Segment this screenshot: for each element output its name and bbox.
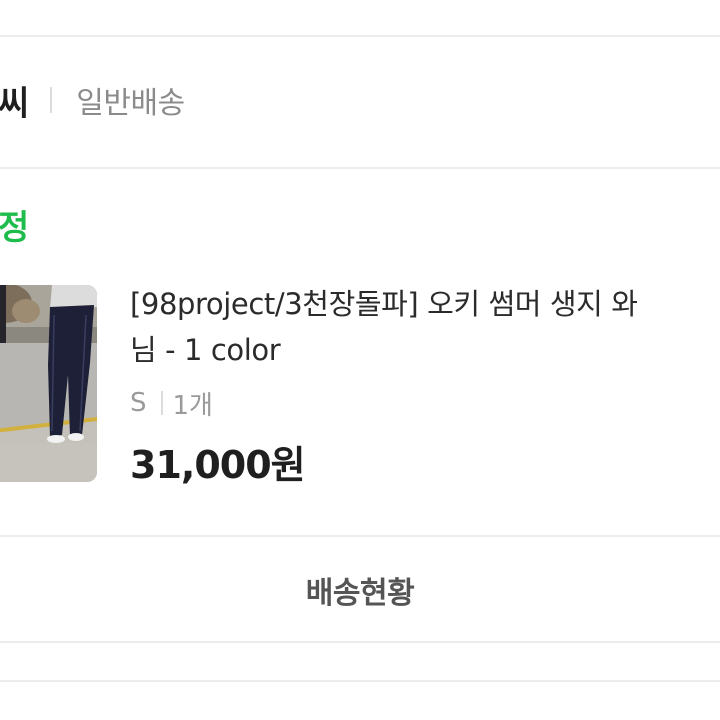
- option-separator: [160, 391, 163, 415]
- button-divider: [0, 641, 720, 643]
- delivery-status-button[interactable]: 배송현황: [0, 537, 720, 643]
- option-size: S: [130, 388, 147, 418]
- top-divider: [0, 35, 720, 37]
- store-divider: [0, 167, 720, 169]
- product-name-line-2: 님 - 1 color: [130, 333, 281, 367]
- store-header: 씨 일반배송: [0, 72, 185, 128]
- product-name-line-1: [98project/3천장돌파] 오키 썸머 생지 와: [130, 287, 638, 321]
- product-photo-icon: [0, 285, 97, 482]
- bottom-divider: [0, 680, 720, 682]
- option-quantity: 1개: [172, 390, 213, 421]
- product-price: 31,000원: [130, 443, 306, 487]
- product-thumbnail[interactable]: [0, 285, 97, 482]
- shipping-type-label: 일반배송: [76, 86, 185, 121]
- store-name[interactable]: 씨: [0, 76, 29, 125]
- order-detail-page: 씨 일반배송 정 [98project/3천장돌파] 오키 썸머 생지 와 님: [0, 0, 720, 720]
- order-status: 정: [0, 208, 29, 248]
- product-options: S 1개: [130, 383, 213, 423]
- store-separator: [50, 87, 53, 113]
- product-name[interactable]: [98project/3천장돌파] 오키 썸머 생지 와 님 - 1 color: [130, 281, 720, 373]
